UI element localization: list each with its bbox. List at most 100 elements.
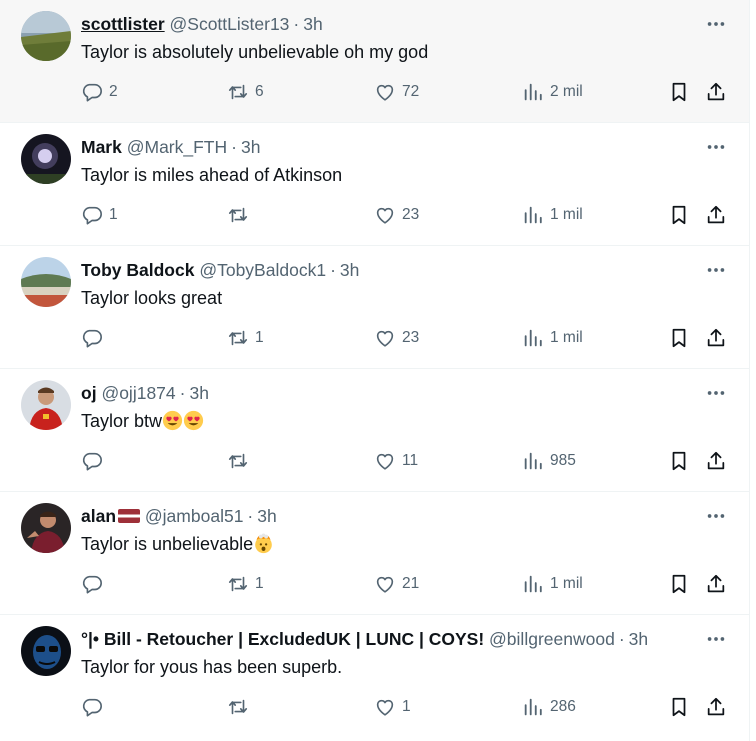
retweet-button[interactable]	[227, 203, 255, 227]
share-button[interactable]	[705, 80, 727, 104]
timestamp[interactable]: 3h	[303, 14, 322, 34]
tweet[interactable]: Toby Baldock @TobyBaldock1 · 3h Taylor loo…	[0, 246, 749, 369]
timestamp[interactable]: 3h	[241, 137, 260, 157]
retweet-button[interactable]: 1	[227, 326, 264, 350]
share-button[interactable]	[705, 695, 727, 719]
like-count: 72	[402, 83, 420, 100]
more-icon[interactable]	[705, 382, 727, 404]
view-count: 1 mil	[550, 575, 583, 592]
view-count: 2 mil	[550, 83, 583, 100]
more-icon[interactable]	[705, 628, 727, 650]
retweet-icon	[228, 453, 248, 469]
bookmark-button[interactable]	[668, 326, 690, 350]
view-count: 286	[550, 698, 576, 715]
more-icon[interactable]	[705, 136, 727, 158]
reply-button[interactable]	[81, 449, 109, 473]
timestamp[interactable]: 3h	[257, 506, 276, 526]
view-count: 985	[550, 452, 576, 469]
retweet-icon	[228, 207, 248, 223]
bookmark-button[interactable]	[668, 449, 690, 473]
views-button[interactable]: 2 mil	[522, 80, 583, 104]
tweet[interactable]: scottlister @ScottLister13 · 3h Taylor is …	[0, 0, 749, 123]
tweet[interactable]: alan @jamboal51 · 3h Taylor is unbelievabl…	[0, 492, 749, 615]
retweet-button[interactable]	[227, 695, 255, 719]
like-button[interactable]: 23	[374, 203, 419, 227]
bookmark-icon	[672, 697, 686, 717]
avatar[interactable]	[21, 11, 71, 61]
heart-eyes-emoji-icon	[162, 410, 183, 431]
tweet[interactable]: °|• Bill - Retoucher | ExcludedUK | LUNC…	[0, 615, 749, 738]
tweet[interactable]: oj @ojj1874 · 3h Taylor btw 11 985	[0, 369, 749, 492]
views-button[interactable]: 1 mil	[522, 203, 583, 227]
views-button[interactable]: 1 mil	[522, 326, 583, 350]
share-button[interactable]	[705, 449, 727, 473]
tweet[interactable]: Mark @Mark_FTH · 3h Taylor is miles ahead …	[0, 123, 749, 246]
action-bar: 1 23 1 mil	[81, 195, 727, 235]
timestamp[interactable]: 3h	[629, 629, 648, 649]
reply-button[interactable]	[81, 572, 109, 596]
views-button[interactable]: 985	[522, 449, 576, 473]
retweet-button[interactable]: 6	[227, 80, 264, 104]
handle[interactable]: @jamboal51	[145, 506, 244, 526]
bookmark-button[interactable]	[668, 572, 690, 596]
like-count: 11	[402, 452, 419, 469]
share-button[interactable]	[705, 326, 727, 350]
handle[interactable]: @ojj1874	[101, 383, 175, 403]
avatar[interactable]	[21, 380, 71, 430]
share-button[interactable]	[705, 203, 727, 227]
timestamp[interactable]: 3h	[189, 383, 208, 403]
reply-button[interactable]: 2	[81, 80, 118, 104]
avatar[interactable]	[21, 626, 71, 676]
like-icon	[376, 453, 394, 470]
bookmark-icon	[672, 451, 686, 471]
avatar[interactable]	[21, 134, 71, 184]
views-icon	[524, 698, 542, 716]
avatar[interactable]	[21, 503, 71, 553]
retweet-count: 1	[255, 329, 264, 346]
display-name[interactable]: oj	[81, 383, 97, 403]
bookmark-icon	[672, 328, 686, 348]
like-icon	[376, 699, 394, 716]
more-icon[interactable]	[705, 259, 727, 281]
bookmark-icon	[672, 82, 686, 102]
reply-button[interactable]: 1	[81, 203, 118, 227]
avatar[interactable]	[21, 257, 71, 307]
separator: ·	[247, 506, 254, 526]
bookmark-button[interactable]	[668, 80, 690, 104]
handle[interactable]: @Mark_FTH	[127, 137, 227, 157]
bookmark-button[interactable]	[668, 203, 690, 227]
timestamp[interactable]: 3h	[340, 260, 359, 280]
more-icon[interactable]	[705, 505, 727, 527]
action-bar: 2 6 72 2 mil	[81, 72, 727, 112]
action-bar: 1 286	[81, 687, 727, 727]
like-button[interactable]: 23	[374, 326, 419, 350]
separator: ·	[293, 14, 300, 34]
like-count: 21	[402, 575, 420, 592]
separator: ·	[231, 137, 237, 157]
views-button[interactable]: 1 mil	[522, 572, 583, 596]
reply-button[interactable]	[81, 695, 109, 719]
share-button[interactable]	[705, 572, 727, 596]
handle[interactable]: @ScottLister13	[170, 14, 290, 34]
retweet-button[interactable]: 1	[227, 572, 264, 596]
retweet-button[interactable]	[227, 449, 255, 473]
display-name[interactable]: °|• Bill - Retoucher | ExcludedUK | LUNC…	[81, 629, 484, 649]
like-button[interactable]: 21	[374, 572, 419, 596]
like-button[interactable]: 11	[374, 449, 418, 473]
display-name[interactable]: alan	[81, 506, 116, 526]
display-name[interactable]: Mark	[81, 137, 122, 157]
like-button[interactable]: 1	[374, 695, 411, 719]
handle[interactable]: @TobyBaldock1	[199, 260, 326, 280]
like-button[interactable]: 72	[374, 80, 419, 104]
tweet-text: Taylor btw	[81, 411, 163, 431]
more-icon[interactable]	[705, 13, 727, 35]
handle[interactable]: @billgreenwood	[489, 629, 615, 649]
tweet-text-container: Taylor btw	[81, 409, 204, 433]
views-button[interactable]: 286	[522, 695, 576, 719]
display-name[interactable]: Toby Baldock	[81, 260, 194, 280]
reply-button[interactable]	[81, 326, 109, 350]
bookmark-button[interactable]	[668, 695, 690, 719]
retweet-icon	[228, 699, 248, 715]
display-name[interactable]: scottlister	[81, 14, 165, 34]
like-icon	[376, 84, 394, 101]
